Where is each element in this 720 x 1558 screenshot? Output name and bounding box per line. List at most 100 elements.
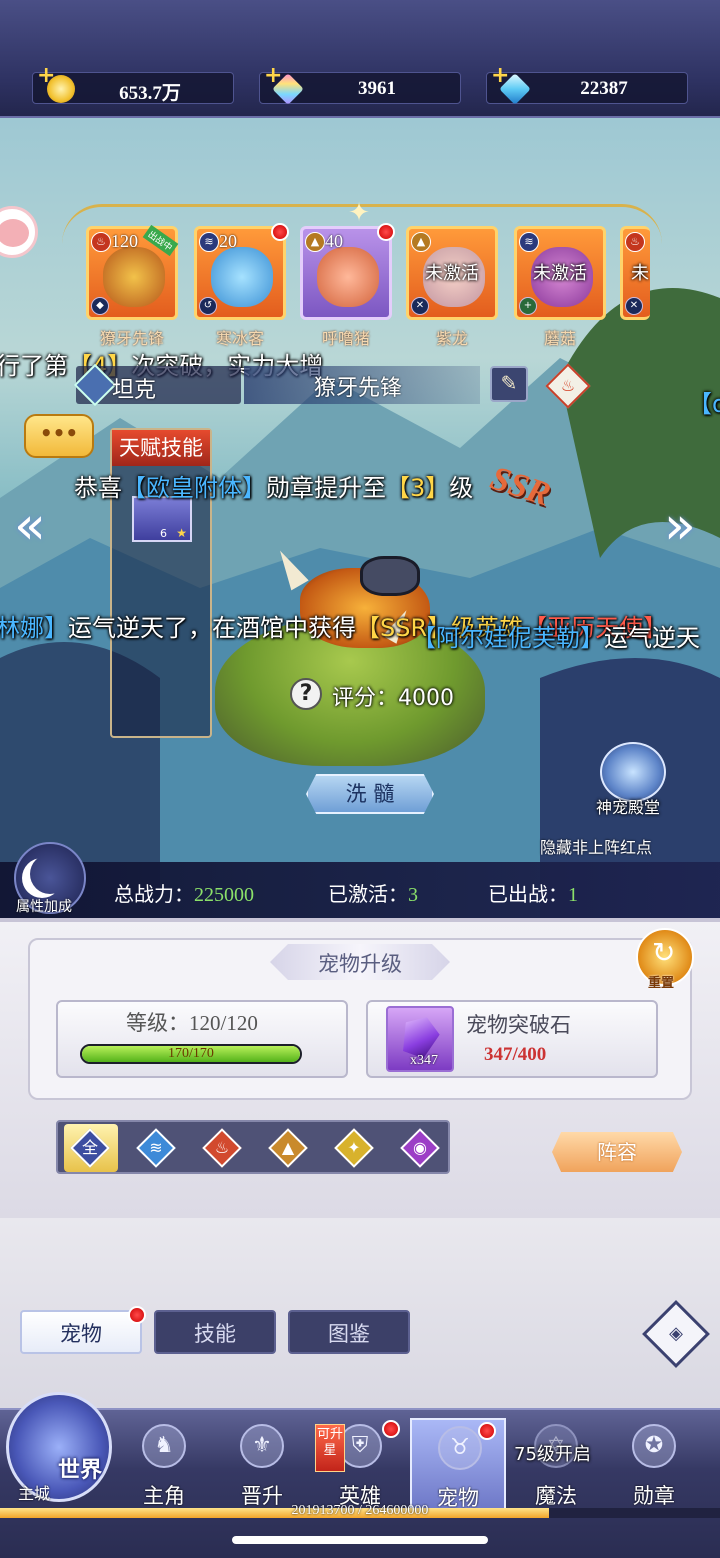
nav-promote[interactable]: ⚜ 晋升: [214, 1418, 310, 1510]
fire-icon: ♨: [560, 376, 576, 395]
red-dot-icon: [377, 223, 395, 241]
inactive-label: 未激活: [425, 263, 479, 284]
red-dot-icon: [128, 1306, 146, 1324]
fire-element-icon: ♨: [625, 232, 645, 252]
water-element-icon: ≋: [199, 232, 219, 252]
pet-name: 紫龙: [435, 329, 468, 348]
tab-skills-label: 技能: [194, 1322, 236, 1346]
filter-all-glyph: 全: [81, 1138, 98, 1157]
eye-icon: ◈: [669, 1323, 683, 1344]
pet-icon: ♉: [438, 1426, 482, 1470]
fire-element-icon: ♨: [91, 232, 111, 252]
filter-water-button[interactable]: ≋: [136, 1128, 176, 1168]
tab-pets[interactable]: 宠物: [20, 1306, 146, 1354]
rename-button[interactable]: ✎: [490, 366, 528, 402]
filter-light-glyph: ✦: [347, 1138, 361, 1157]
tab-codex-label: 图鉴: [328, 1322, 370, 1346]
main-city-label[interactable]: 主城: [18, 1480, 50, 1504]
heal-role-icon: +: [519, 297, 537, 315]
earth-element-icon: ▲: [411, 232, 431, 252]
pet-level: 20: [219, 231, 237, 251]
stone-name: 宠物突破石: [466, 1013, 571, 1037]
promote-icon: ⚜: [240, 1424, 284, 1468]
world-label: 世界: [58, 1458, 103, 1483]
blue-diamond-value: 22387: [580, 78, 628, 99]
activated-stat: 已激活：3: [328, 882, 418, 906]
home-indicator: [232, 1536, 488, 1544]
score-help-icon[interactable]: ?: [290, 678, 322, 710]
pet-name: 蘑菇: [543, 329, 576, 348]
attribute-bonus-label: 属性加成: [16, 899, 72, 915]
chat-bubble-button[interactable]: •••: [24, 414, 94, 458]
pet-scene: ✦ ♨ 120 出战中 ◆ 獠牙先锋 ≋ 20 ↺ 寒冰客 ▲ 40 呼噜猪 ▲…: [0, 118, 720, 918]
stone-count: x347: [410, 1053, 438, 1068]
pet-name-label: 獠牙先锋: [314, 376, 403, 401]
tab-codex[interactable]: 图鉴: [288, 1310, 410, 1354]
red-dot-icon: [382, 1420, 400, 1438]
pet-card[interactable]: ▲ 40 呼噜猪: [300, 223, 395, 348]
rainbow-diamond-value: 3961: [358, 78, 396, 99]
next-pet-arrow-icon[interactable]: »: [664, 498, 708, 554]
pet-card[interactable]: ♨ 120 出战中 ◆ 獠牙先锋: [86, 224, 179, 348]
pet-temple-label: 神宠殿堂: [596, 798, 661, 817]
deployed-stat: 已出战：1: [488, 882, 578, 906]
pet-card[interactable]: ♨ 未 ✕: [620, 226, 650, 320]
attack-role-icon: ✕: [625, 297, 643, 315]
filter-light-button[interactable]: ✦: [334, 1128, 374, 1168]
crest-icon: ✦: [348, 198, 370, 228]
gold-currency[interactable]: + 653.7万: [32, 65, 234, 104]
blue-diamond-currency[interactable]: + 22387: [486, 65, 688, 105]
chat-message: 【dl: [688, 390, 720, 418]
rainbow-diamond-currency[interactable]: + 3961: [259, 65, 461, 105]
gold-value: 653.7万: [119, 83, 181, 104]
tab-skills[interactable]: 技能: [154, 1310, 276, 1354]
upgrade-title: 宠物升级: [318, 952, 402, 976]
pet-temple-icon[interactable]: [600, 742, 666, 802]
nav-pets[interactable]: ♉ 宠物: [410, 1418, 506, 1510]
stone-progress: 347/400: [484, 1044, 547, 1065]
medal-icon: ✪: [632, 1424, 676, 1468]
red-dot-icon: [478, 1422, 496, 1440]
earth-element-icon: ▲: [305, 232, 325, 252]
reset-label: 重置: [648, 976, 675, 991]
nav-medals[interactable]: ✪ 勋章: [606, 1418, 702, 1510]
pet-type-label: 坦克: [112, 378, 157, 403]
filter-fire-button[interactable]: ♨: [202, 1128, 242, 1168]
wash-marrow-button[interactable]: 洗 髓: [306, 774, 434, 814]
prev-pet-arrow-icon[interactable]: «: [14, 498, 58, 554]
pet-portrait: [317, 247, 379, 307]
feather-icon: ✎: [500, 371, 518, 395]
currency-bar: + 653.7万 + 3961 + 22387: [0, 0, 720, 118]
talent-skill-count: 6: [160, 527, 167, 540]
talent-title: 天赋技能: [112, 430, 210, 466]
player-xp-text: 201913700 / 264600000: [291, 1503, 429, 1518]
moon-icon: [30, 854, 70, 894]
pet-card[interactable]: ≋ 20 ↺ 寒冰客: [194, 223, 289, 348]
filter-dark-button[interactable]: ◉: [400, 1128, 440, 1168]
pet-portrait: [103, 247, 165, 307]
pet-score: 评分：4000: [332, 685, 455, 711]
tank-role-icon: ◆: [91, 297, 109, 315]
total-power-stat: 总战力：225000: [114, 882, 254, 906]
inactive-label: 未激活: [533, 263, 587, 284]
pet-level: 120: [111, 231, 138, 251]
pet-card[interactable]: ≋ 未激活 + 蘑菇: [514, 226, 606, 348]
tab-pets-label: 宠物: [60, 1322, 102, 1346]
chat-message: 恭喜【欧皇附体】勋章提升至【3】级: [74, 474, 474, 502]
water-element-icon: ≋: [519, 232, 539, 252]
lineup-button[interactable]: 阵容: [552, 1132, 682, 1172]
level-text: 等级：120/120: [126, 1011, 258, 1035]
exp-progress-text: 170/170: [168, 1046, 214, 1061]
hide-red-dot-toggle[interactable]: 隐藏非上阵红点: [540, 834, 652, 858]
pet-card[interactable]: ▲ 未激活 ✕ 紫龙: [406, 226, 498, 348]
nav-protagonist[interactable]: ♞ 主角: [116, 1418, 212, 1510]
pet-portrait: [211, 247, 273, 307]
can-upgrade-star-tag: 可升星: [315, 1424, 345, 1472]
filter-fire-glyph: ♨: [214, 1138, 230, 1157]
red-dot-icon: [271, 223, 289, 241]
filter-earth-button[interactable]: ▲: [268, 1128, 308, 1168]
filter-all-button[interactable]: 全: [70, 1128, 110, 1168]
filter-earth-glyph: ▲: [281, 1138, 295, 1157]
star-icon: ★: [176, 526, 187, 540]
chat-message: 【阿尔娃伲芙勒】运气逆天: [412, 624, 700, 652]
